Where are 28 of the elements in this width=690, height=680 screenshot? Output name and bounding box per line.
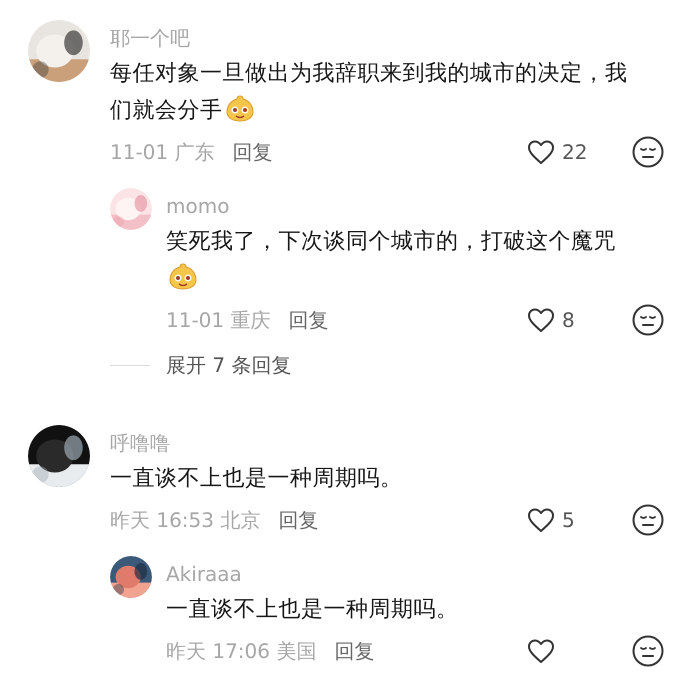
comment-meta: 昨天 16:53 北京 xyxy=(110,507,260,534)
face-icon[interactable] xyxy=(632,136,664,168)
reply-button[interactable]: 回复 xyxy=(288,305,328,335)
heart-icon[interactable] xyxy=(527,638,555,664)
face-icon[interactable] xyxy=(632,635,664,667)
heart-icon[interactable] xyxy=(527,307,555,333)
like-count: 22 xyxy=(562,139,588,166)
reply-button[interactable]: 回复 xyxy=(232,137,272,167)
comment-meta: 11-01 重庆 xyxy=(166,307,270,334)
expand-replies-button[interactable]: 展开 7 条回复 xyxy=(166,350,292,380)
like-count: 5 xyxy=(562,507,575,534)
heart-icon[interactable] xyxy=(527,507,555,533)
user-name: 耶一个吧 xyxy=(110,24,190,52)
comment-text: 一直谈不上也是一种周期吗。 xyxy=(110,466,402,491)
reply-button[interactable]: 回复 xyxy=(278,505,318,535)
comment-meta: 昨天 17:06 美国 xyxy=(166,638,316,665)
user-name: Akiraaa xyxy=(166,560,242,588)
comment-meta: 11-01 广东 xyxy=(110,139,214,166)
face-icon[interactable] xyxy=(632,504,664,536)
user-name: momo xyxy=(166,192,230,220)
heart-icon[interactable] xyxy=(527,139,555,165)
face-icon[interactable] xyxy=(632,304,664,336)
comment-text: 一直谈不上也是一种周期吗。 xyxy=(166,597,458,622)
comment-text: 笑死我了，下次谈同个城市的，打破这个魔咒 xyxy=(166,229,616,254)
comment-text: 每任对象一旦做出为我辞职来到我的城市的决定，我们就会分手 xyxy=(110,61,628,123)
user-name: 呼噜噜 xyxy=(110,430,170,456)
reply-button[interactable]: 回复 xyxy=(334,636,374,666)
like-count: 8 xyxy=(562,307,575,334)
